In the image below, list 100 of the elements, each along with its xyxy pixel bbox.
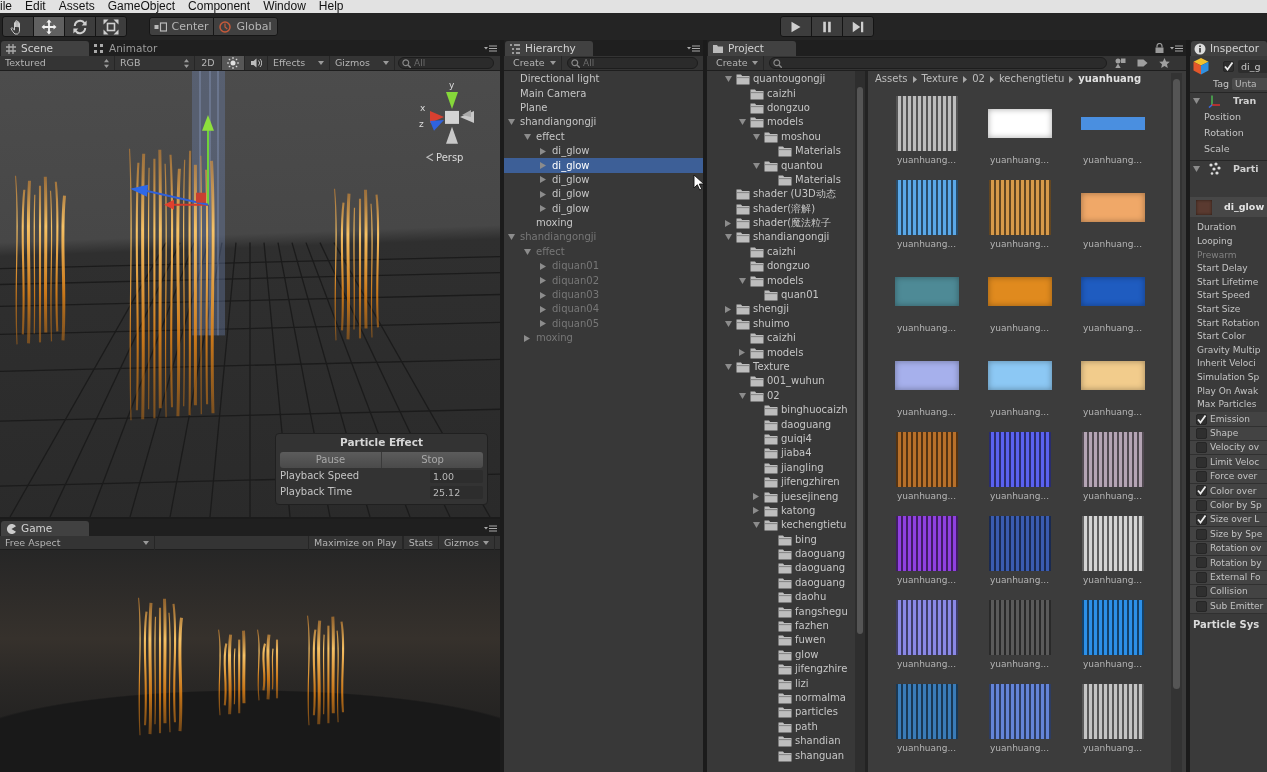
- breadcrumb-link[interactable]: yuanhuang: [1078, 73, 1142, 85]
- asset-label[interactable]: yuanhuang...: [896, 323, 957, 334]
- menu-item[interactable]: Assets: [58, 0, 95, 13]
- expanded-arrow-icon[interactable]: [1193, 166, 1200, 172]
- dropdown-button[interactable]: Free Aspect: [0, 535, 155, 550]
- module-header[interactable]: Rotation by: [1190, 556, 1267, 571]
- tag-icon[interactable]: [1137, 58, 1148, 68]
- folder-item[interactable]: jiangling: [707, 460, 855, 475]
- asset-label[interactable]: yuanhuang...: [1082, 491, 1143, 502]
- orientation-gizmo-icon[interactable]: [430, 91, 474, 144]
- texture-thumbnail[interactable]: [894, 361, 959, 390]
- checkbox[interactable]: [1196, 485, 1207, 497]
- asset-label[interactable]: yuanhuang...: [896, 239, 957, 250]
- folder-item[interactable]: juesejineng: [707, 489, 855, 504]
- breadcrumb-link[interactable]: 02: [972, 73, 985, 85]
- collapsed-arrow-icon[interactable]: [540, 147, 546, 155]
- playback-button[interactable]: [842, 16, 874, 37]
- toggle-button[interactable]: Global: [213, 17, 278, 36]
- collapsed-arrow-icon[interactable]: [524, 334, 530, 342]
- texture-thumbnail[interactable]: [895, 432, 958, 487]
- scene-viewport[interactable]: y x z Persp Particle Effect Pause Stop Playback Speed 1.00 Playback Time 25.12: [0, 71, 500, 517]
- folder-item[interactable]: bing: [707, 532, 855, 547]
- menu-item[interactable]: Help: [318, 0, 344, 13]
- collapsed-arrow-icon[interactable]: [753, 493, 759, 500]
- folder-item[interactable]: shuimo: [707, 316, 855, 332]
- asset-label[interactable]: yuanhuang...: [896, 491, 957, 502]
- scrollbar-track[interactable]: [855, 71, 865, 772]
- folder-item[interactable]: models: [707, 273, 855, 288]
- asset-label[interactable]: yuanhuang...: [1082, 575, 1143, 586]
- folder-item[interactable]: quan01: [707, 287, 855, 303]
- asset-label[interactable]: yuanhuang...: [1082, 323, 1143, 334]
- panel-tab[interactable]: Project: [708, 41, 796, 56]
- folder-item[interactable]: jifengzhiren: [707, 474, 855, 490]
- expanded-arrow-icon[interactable]: [739, 277, 746, 284]
- collapsed-arrow-icon[interactable]: [540, 205, 546, 213]
- playback-button[interactable]: [780, 16, 812, 37]
- collapsed-arrow-icon[interactable]: [540, 291, 546, 299]
- module-header[interactable]: Velocity ov: [1190, 441, 1267, 456]
- checkbox[interactable]: [1196, 413, 1207, 425]
- module-header[interactable]: Limit Veloc: [1190, 455, 1267, 470]
- menu-item[interactable]: ile: [0, 0, 12, 13]
- folder-item[interactable]: jifengzhire: [707, 662, 855, 677]
- folder-item[interactable]: particles: [707, 705, 855, 720]
- folder-item[interactable]: normalma: [707, 690, 855, 706]
- collapsed-arrow-icon[interactable]: [540, 162, 546, 170]
- folder-item[interactable]: 02: [707, 388, 855, 403]
- texture-thumbnail[interactable]: [895, 600, 958, 655]
- expanded-arrow-icon[interactable]: [508, 119, 515, 126]
- texture-thumbnail[interactable]: [1081, 432, 1144, 487]
- folder-item[interactable]: caizhi: [707, 86, 855, 101]
- expanded-arrow-icon[interactable]: [725, 320, 732, 327]
- texture-thumbnail[interactable]: [987, 277, 1052, 306]
- collapsed-arrow-icon[interactable]: [540, 176, 546, 184]
- panel-tab[interactable]: Game: [1, 521, 89, 536]
- checkbox[interactable]: [1196, 514, 1207, 526]
- toggle-button[interactable]: Center: [149, 17, 214, 36]
- checkbox[interactable]: [1196, 600, 1207, 612]
- expanded-arrow-icon[interactable]: [753, 522, 760, 529]
- folder-item[interactable]: glow: [707, 647, 855, 662]
- collapsed-arrow-icon[interactable]: [753, 507, 759, 515]
- asset-label[interactable]: yuanhuang...: [989, 491, 1050, 502]
- checkbox[interactable]: [1196, 557, 1207, 569]
- create-button[interactable]: Create: [508, 56, 562, 70]
- expanded-arrow-icon[interactable]: [1193, 98, 1200, 104]
- scrollbar-track[interactable]: [1171, 73, 1182, 772]
- panel-tab[interactable]: Hierarchy: [505, 41, 593, 56]
- shapes-icon[interactable]: [1115, 58, 1126, 68]
- checkbox[interactable]: [1196, 427, 1207, 439]
- panel-menu-icon[interactable]: [484, 44, 497, 52]
- tool-button[interactable]: [33, 16, 65, 37]
- hierarchy-item[interactable]: Plane: [504, 100, 703, 116]
- texture-thumbnail[interactable]: [988, 180, 1051, 235]
- hierarchy-item[interactable]: Main Camera: [504, 86, 703, 101]
- collapsed-arrow-icon[interactable]: [540, 320, 546, 328]
- expanded-arrow-icon[interactable]: [753, 133, 760, 140]
- breadcrumb-link[interactable]: kechengtietu: [998, 73, 1065, 85]
- create-button[interactable]: Create: [711, 56, 764, 70]
- texture-thumbnail[interactable]: [987, 361, 1052, 390]
- asset-label[interactable]: yuanhuang...: [989, 323, 1050, 334]
- component-header[interactable]: Tran: [1190, 92, 1267, 109]
- folder-item[interactable]: daohu: [707, 590, 855, 605]
- folder-item[interactable]: shanguan: [707, 748, 855, 763]
- menu-item[interactable]: Window: [263, 0, 306, 13]
- lock-icon[interactable]: [1155, 43, 1164, 53]
- expanded-arrow-icon[interactable]: [739, 392, 746, 399]
- asset-label[interactable]: yuanhuang...: [896, 659, 957, 670]
- component-header[interactable]: Parti: [1190, 160, 1267, 177]
- folder-item[interactable]: jiaba4: [707, 446, 855, 461]
- panel-tab[interactable]: Inspector: [1191, 41, 1267, 56]
- module-header[interactable]: Emission: [1190, 412, 1267, 427]
- panel-menu-icon[interactable]: [484, 524, 497, 532]
- folder-item[interactable]: dongzuo: [707, 259, 855, 274]
- hierarchy-item[interactable]: shandiangongji: [504, 115, 703, 130]
- texture-thumbnail[interactable]: [987, 109, 1052, 138]
- expanded-arrow-icon[interactable]: [508, 234, 515, 241]
- texture-thumbnail[interactable]: [988, 432, 1051, 487]
- expanded-arrow-icon[interactable]: [725, 364, 732, 370]
- checkbox[interactable]: [1196, 586, 1207, 598]
- folder-item[interactable]: shader (U3D动态: [707, 187, 855, 202]
- texture-thumbnail[interactable]: [1080, 193, 1145, 222]
